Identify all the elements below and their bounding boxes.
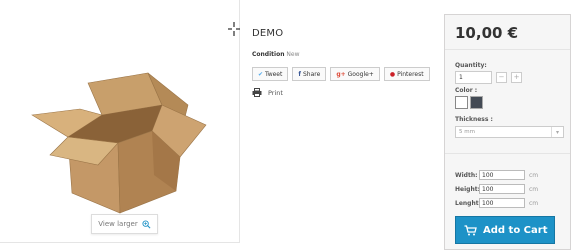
product-title: DEMO	[252, 28, 284, 39]
add-to-cart-label: Add to Cart	[483, 224, 548, 236]
tweet-label: Tweet	[265, 70, 283, 78]
chevron-down-icon: ▾	[551, 127, 563, 137]
pinterest-label: Pinterest	[397, 70, 424, 78]
quantity-plus-button[interactable]: +	[511, 72, 522, 83]
zoom-icon	[142, 219, 151, 229]
thickness-select[interactable]: 5 mm ▾	[455, 126, 564, 138]
height-row: Height: cm	[455, 183, 538, 195]
twitter-icon: ✔	[258, 70, 264, 78]
print-link[interactable]: Print	[252, 88, 283, 97]
social-share-buttons: ✔ Tweet f Share g+ Google+ ● Pinterest	[252, 67, 430, 81]
print-icon	[252, 88, 262, 97]
quantity-minus-button[interactable]: −	[496, 72, 507, 83]
view-larger-button[interactable]: View larger	[91, 214, 158, 234]
product-page: View larger DEMO Condition New ✔ Tweet f…	[0, 0, 581, 250]
pinterest-button[interactable]: ● Pinterest	[383, 67, 430, 81]
price-box: 10,00 €	[445, 15, 570, 50]
height-input[interactable]	[479, 184, 525, 194]
add-to-cart-button[interactable]: Add to Cart	[455, 216, 555, 244]
condition-label: Condition	[252, 51, 285, 58]
view-larger-label: View larger	[98, 220, 138, 228]
length-input[interactable]	[479, 198, 525, 208]
print-label: Print	[268, 88, 283, 97]
googleplus-icon: g+	[336, 70, 346, 78]
condition: Condition New	[252, 51, 299, 58]
tweet-button[interactable]: ✔ Tweet	[252, 67, 289, 81]
color-swatch-white[interactable]	[455, 96, 468, 109]
color-label: Color :	[455, 87, 478, 94]
width-unit: cm	[529, 171, 539, 179]
cart-icon	[464, 224, 477, 235]
pinterest-icon: ●	[389, 70, 396, 78]
crosshair-cursor-icon	[228, 22, 240, 36]
height-label: Height:	[455, 185, 480, 193]
googleplus-button[interactable]: g+ Google+	[330, 67, 380, 81]
width-label: Width:	[455, 171, 478, 179]
length-unit: cm	[529, 199, 539, 207]
product-image[interactable]	[28, 65, 210, 217]
googleplus-label: Google+	[347, 70, 374, 78]
width-input[interactable]	[479, 170, 525, 180]
quantity-section: Quantity: 1 − +	[445, 62, 570, 84]
dimensions-section: Width: cm Height: cm Lenght: cm	[445, 169, 548, 211]
color-section: Color :	[445, 87, 570, 109]
quantity-input[interactable]: 1	[455, 71, 492, 84]
length-row: Lenght: cm	[455, 197, 538, 209]
buy-panel: 10,00 € Quantity: 1 − + Color : Thicknes…	[444, 14, 571, 250]
share-label: Share	[302, 70, 321, 78]
share-button[interactable]: f Share	[292, 67, 327, 81]
thickness-section: Thickness : 5 mm ▾	[445, 116, 570, 138]
product-price: 10,00 €	[455, 24, 519, 42]
condition-value: New	[286, 51, 300, 58]
length-label: Lenght:	[455, 199, 481, 207]
thickness-label: Thickness :	[455, 116, 493, 123]
width-row: Width: cm	[455, 169, 538, 181]
color-swatch-dark[interactable]	[470, 96, 483, 109]
divider	[445, 153, 570, 154]
thickness-value: 5 mm	[459, 129, 475, 135]
facebook-icon: f	[298, 70, 301, 78]
height-unit: cm	[529, 185, 539, 193]
quantity-label: Quantity:	[455, 62, 487, 69]
product-image-column: View larger	[0, 0, 240, 243]
